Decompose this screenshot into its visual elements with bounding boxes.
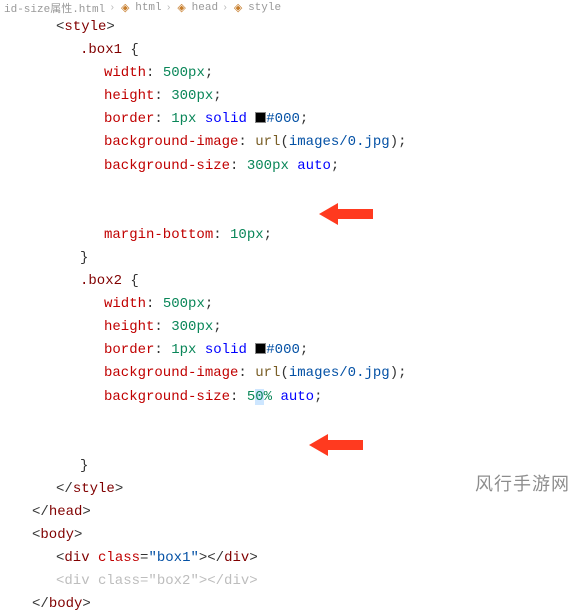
- selector-box2: .box2: [80, 273, 122, 289]
- css-prop: border: [104, 342, 154, 358]
- code-line[interactable]: height: 300px;: [8, 316, 576, 339]
- css-prop: height: [104, 319, 154, 335]
- code-line[interactable]: <style>: [8, 16, 576, 39]
- breadcrumb-item-style[interactable]: style: [248, 2, 281, 14]
- code-line[interactable]: background-image: url(images/0.jpg);: [8, 362, 576, 385]
- code-line[interactable]: .box2 {: [8, 270, 576, 293]
- chevron-right-icon: ›: [222, 3, 228, 14]
- chevron-right-icon: ›: [109, 3, 115, 14]
- code-line[interactable]: border: 1px solid #000;: [8, 108, 576, 131]
- editor-caret: 0: [255, 389, 263, 405]
- code-line[interactable]: </body>: [8, 593, 576, 616]
- code-line[interactable]: width: 500px;: [8, 62, 576, 85]
- tag-head-close: head: [49, 504, 83, 520]
- code-line[interactable]: .box1 {: [8, 39, 576, 62]
- tag-style-open: style: [64, 19, 106, 35]
- tag-body-open: body: [40, 527, 74, 543]
- tag-icon: ◈: [176, 2, 188, 14]
- tag-style-close: style: [73, 481, 115, 497]
- attr-value: box1: [157, 550, 191, 566]
- css-prop: width: [104, 65, 146, 81]
- css-prop: height: [104, 88, 154, 104]
- code-line[interactable]: margin-bottom: 10px;: [8, 224, 576, 247]
- code-line[interactable]: </head>: [8, 501, 576, 524]
- code-line-highlighted[interactable]: background-size: 300px auto;: [8, 155, 576, 224]
- tag-icon: ◈: [119, 2, 131, 14]
- css-prop: width: [104, 296, 146, 312]
- attr-value: box2: [157, 573, 191, 589]
- selector-box1: .box1: [80, 42, 122, 58]
- code-line-highlighted[interactable]: background-size: 50% auto;: [8, 386, 576, 455]
- css-prop: background-image: [104, 134, 238, 150]
- code-line[interactable]: height: 300px;: [8, 85, 576, 108]
- breadcrumb-item-html[interactable]: html: [135, 2, 161, 14]
- code-line[interactable]: <body>: [8, 524, 576, 547]
- css-prop: margin-bottom: [104, 227, 213, 243]
- breadcrumb: id-size属性.html › ◈ html › ◈ head › ◈ sty…: [0, 0, 576, 16]
- breadcrumb-file[interactable]: id-size属性.html: [4, 0, 105, 16]
- css-prop: border: [104, 111, 154, 127]
- breadcrumb-item-head[interactable]: head: [192, 2, 218, 14]
- color-swatch-icon: [255, 112, 266, 123]
- css-prop: background-image: [104, 365, 238, 381]
- tag-icon: ◈: [232, 2, 244, 14]
- tag-body-close: body: [49, 596, 83, 612]
- code-line[interactable]: }: [8, 247, 576, 270]
- color-swatch-icon: [255, 343, 266, 354]
- code-line[interactable]: width: 500px;: [8, 293, 576, 316]
- code-line[interactable]: <div class="box1"></div>: [8, 547, 576, 570]
- chevron-right-icon: ›: [166, 3, 172, 14]
- code-line[interactable]: border: 1px solid #000;: [8, 339, 576, 362]
- css-prop: background-size: [104, 389, 230, 405]
- code-line[interactable]: background-image: url(images/0.jpg);: [8, 131, 576, 154]
- watermark-text: 风行手游网: [475, 470, 570, 496]
- code-line-muted[interactable]: <div class="box2"></div>: [8, 570, 576, 593]
- code-editor[interactable]: <style> .box1 { width: 500px; height: 30…: [0, 16, 576, 616]
- css-prop: background-size: [104, 158, 230, 174]
